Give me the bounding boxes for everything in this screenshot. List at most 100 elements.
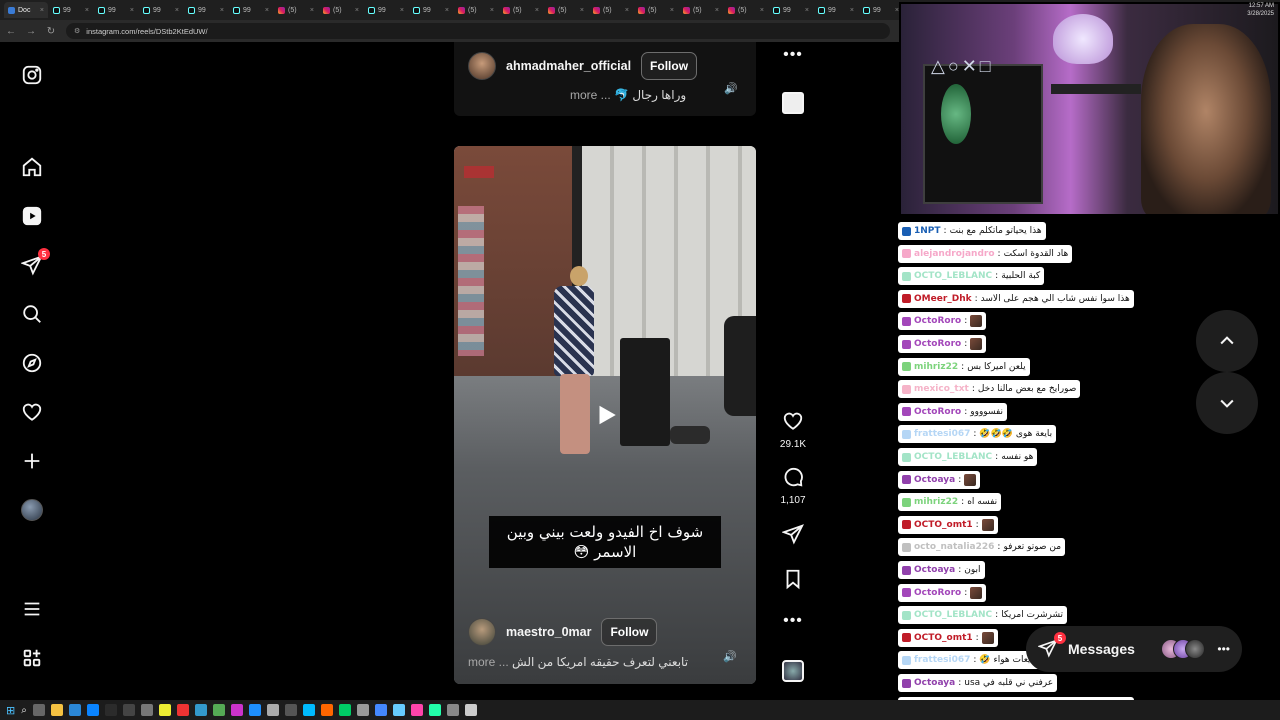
menu-icon[interactable] [20, 597, 44, 621]
share-button[interactable] [772, 523, 814, 550]
chat-username[interactable]: OCTO_omt1 [914, 633, 973, 643]
create-plus-icon[interactable] [20, 449, 44, 473]
browser-tab[interactable]: Doc × [4, 2, 48, 18]
back-icon[interactable]: ← [6, 26, 16, 37]
taskbar-app-icon[interactable] [446, 704, 459, 716]
browser-tab[interactable]: (5) × [634, 2, 678, 18]
messages-nav-icon[interactable]: 5 [20, 248, 50, 277]
reels-icon[interactable] [20, 204, 44, 228]
chat-username[interactable]: mihriz22 [914, 497, 958, 507]
browser-tab[interactable]: 99 × [364, 2, 408, 18]
close-tab-icon[interactable]: × [445, 7, 449, 14]
chat-username[interactable]: OCTO_LEBLANC [914, 610, 992, 620]
prev-audio-thumbnail[interactable] [772, 92, 814, 114]
close-tab-icon[interactable]: × [760, 7, 764, 14]
browser-tab[interactable]: 99 × [769, 2, 813, 18]
close-tab-icon[interactable]: × [805, 7, 809, 14]
taskbar-app-icon[interactable] [32, 704, 45, 716]
chat-username[interactable]: OctoRoro [914, 588, 961, 598]
browser-tab[interactable]: (5) × [724, 2, 768, 18]
close-tab-icon[interactable]: × [535, 7, 539, 14]
browser-tab[interactable]: 99 × [409, 2, 453, 18]
browser-tab[interactable]: 99 × [139, 2, 183, 18]
close-tab-icon[interactable]: × [670, 7, 674, 14]
chat-username[interactable]: frattesi067 [914, 429, 970, 439]
reel-video[interactable]: شوف اخ الفيدو ولعت بيني وبين الاسمر 😳 ma… [454, 146, 756, 684]
browser-tab[interactable]: (5) × [589, 2, 633, 18]
taskbar-app-icon[interactable] [410, 704, 423, 716]
sound-icon[interactable]: 🔊 [723, 650, 737, 664]
audio-thumbnail[interactable] [772, 660, 814, 682]
more-link[interactable]: ... more [570, 88, 611, 102]
taskbar-app-icon[interactable] [464, 704, 477, 716]
taskbar-app-icon[interactable] [284, 704, 297, 716]
follow-button[interactable]: Follow [601, 618, 658, 646]
chat-username[interactable]: 1NPT [914, 226, 941, 236]
close-tab-icon[interactable]: × [40, 7, 44, 14]
more-options-icon[interactable]: ••• [772, 612, 814, 630]
chat-username[interactable]: OMeer_Dhk [914, 294, 972, 304]
site-info-icon[interactable]: ⚙ [74, 27, 80, 35]
close-tab-icon[interactable]: × [355, 7, 359, 14]
play-icon[interactable] [593, 402, 619, 428]
prev-more-options-icon[interactable]: ••• [772, 46, 814, 64]
url-field[interactable]: ⚙ instagram.com/reels/DStb2KtEdUW/ [66, 23, 890, 39]
chat-username[interactable]: OctoRoro [914, 407, 961, 417]
maestro-avatar[interactable] [468, 618, 496, 646]
taskbar-app-icon[interactable] [194, 704, 207, 716]
taskbar-app-icon[interactable] [212, 704, 225, 716]
search-taskbar-icon[interactable]: ⌕ [21, 705, 27, 716]
taskbar-app-icon[interactable] [320, 704, 333, 716]
browser-tab[interactable]: (5) × [274, 2, 318, 18]
previous-reel-button[interactable] [1196, 310, 1258, 372]
home-icon[interactable] [20, 155, 44, 179]
taskbar-app-icon[interactable] [356, 704, 369, 716]
close-tab-icon[interactable]: × [310, 7, 314, 14]
browser-tab[interactable]: 99 × [814, 2, 858, 18]
sound-icon[interactable]: 🔊 [724, 82, 738, 96]
close-tab-icon[interactable]: × [850, 7, 854, 14]
system-clock[interactable]: 12:57 AM 3/28/2025 [1247, 2, 1274, 18]
taskbar-app-icon[interactable] [158, 704, 171, 716]
chat-username[interactable]: Octoaya [914, 565, 955, 575]
taskbar-app-icon[interactable] [248, 704, 261, 716]
reload-icon[interactable]: ↻ [46, 26, 56, 37]
previous-reel-card[interactable]: ahmadmaher_official Follow وراها رجال 🐬 … [454, 42, 756, 116]
apps-grid-icon[interactable] [20, 646, 44, 670]
close-tab-icon[interactable]: × [265, 7, 269, 14]
browser-tab[interactable]: 99 × [94, 2, 138, 18]
close-tab-icon[interactable]: × [625, 7, 629, 14]
taskbar-app-icon[interactable] [104, 704, 117, 716]
taskbar-app-icon[interactable] [338, 704, 351, 716]
chat-username[interactable]: octo_natalia226 [914, 542, 994, 552]
browser-tab[interactable]: 99 × [229, 2, 273, 18]
close-tab-icon[interactable]: × [715, 7, 719, 14]
comment-button[interactable]: 1,107 [772, 466, 814, 506]
browser-tab[interactable]: 99 × [859, 2, 903, 18]
browser-tab[interactable]: (5) × [679, 2, 723, 18]
taskbar-app-icon[interactable] [68, 704, 81, 716]
chat-username[interactable]: mexico_txt [914, 384, 969, 394]
heart-icon[interactable] [20, 400, 44, 424]
messages-pill[interactable]: 5 Messages ••• [1026, 626, 1242, 672]
chat-username[interactable]: Octoaya [914, 678, 955, 688]
taskbar-app-icon[interactable] [86, 704, 99, 716]
chat-username[interactable]: OCTO_LEBLANC [914, 452, 992, 462]
close-tab-icon[interactable]: × [490, 7, 494, 14]
taskbar-app-icon[interactable] [140, 704, 153, 716]
chat-username[interactable]: OCTO_LEBLANC [914, 271, 992, 281]
reel-username[interactable]: maestro_0mar [506, 625, 591, 639]
browser-tab[interactable]: (5) × [454, 2, 498, 18]
taskbar-app-icon[interactable] [176, 704, 189, 716]
browser-tab[interactable]: 99 × [49, 2, 93, 18]
close-tab-icon[interactable]: × [130, 7, 134, 14]
browser-tab[interactable]: (5) × [499, 2, 543, 18]
reel-username[interactable]: ahmadmaher_official [506, 59, 631, 73]
explore-icon[interactable] [20, 351, 44, 375]
next-reel-button[interactable] [1196, 372, 1258, 434]
search-icon[interactable] [20, 302, 44, 326]
instagram-logo-icon[interactable] [20, 63, 44, 87]
like-button[interactable]: 29.1K [772, 410, 814, 450]
ahmadmaher-avatar[interactable] [468, 52, 496, 80]
taskbar-app-icon[interactable] [428, 704, 441, 716]
